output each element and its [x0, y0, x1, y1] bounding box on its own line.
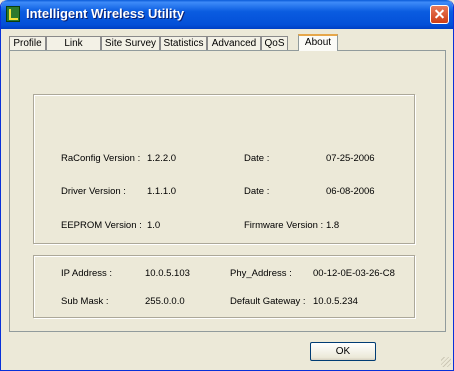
firmware-version-label: Firmware Version :	[244, 220, 324, 231]
raconfig-date-value: 07-25-2006	[326, 153, 375, 164]
network-info-group	[33, 255, 415, 318]
sub-mask-value: 255.0.0.0	[145, 296, 185, 307]
app-window: Intelligent Wireless Utility Profile Lin…	[0, 0, 454, 371]
eeprom-version-label: EEPROM Version :	[61, 220, 142, 231]
tab-advanced[interactable]: Advanced	[207, 36, 261, 50]
close-icon[interactable]	[430, 5, 449, 24]
tab-link-status[interactable]: Link Status	[46, 36, 101, 62]
tab-profile[interactable]: Profile	[9, 36, 46, 50]
driver-date-value: 06-08-2006	[326, 186, 375, 197]
driver-date-label: Date :	[244, 186, 270, 197]
ip-address-value: 10.0.5.103	[145, 268, 190, 279]
tab-statistics[interactable]: Statistics	[160, 36, 207, 50]
sub-mask-label: Sub Mask :	[61, 296, 109, 307]
ok-button[interactable]: OK	[310, 342, 376, 361]
title-bar[interactable]: Intelligent Wireless Utility	[1, 0, 453, 29]
tab-site-survey[interactable]: Site Survey	[101, 36, 160, 50]
raconfig-version-label: RaConfig Version :	[61, 153, 141, 164]
phy-address-label: Phy_Address :	[230, 268, 292, 279]
raconfig-version-value: 1.2.2.0	[147, 153, 177, 164]
resize-grip[interactable]	[441, 357, 451, 367]
default-gateway-value: 10.0.5.234	[313, 296, 358, 307]
firmware-version-value: 1.8	[326, 220, 340, 231]
driver-version-label: Driver Version :	[61, 186, 126, 197]
eeprom-version-value: 1.0	[147, 220, 161, 231]
raconfig-date-label: Date :	[244, 153, 270, 164]
driver-version-value: 1.1.1.0	[147, 186, 177, 197]
wireless-utility-app-icon[interactable]	[6, 6, 20, 22]
phy-address-value: 00-12-0E-03-26-C8	[313, 268, 395, 279]
tab-about[interactable]: About	[298, 34, 338, 51]
default-gateway-label: Default Gateway :	[230, 296, 306, 307]
tab-qos[interactable]: QoS	[261, 36, 288, 50]
window-title: Intelligent Wireless Utility	[26, 6, 185, 21]
ip-address-label: IP Address :	[61, 268, 113, 279]
